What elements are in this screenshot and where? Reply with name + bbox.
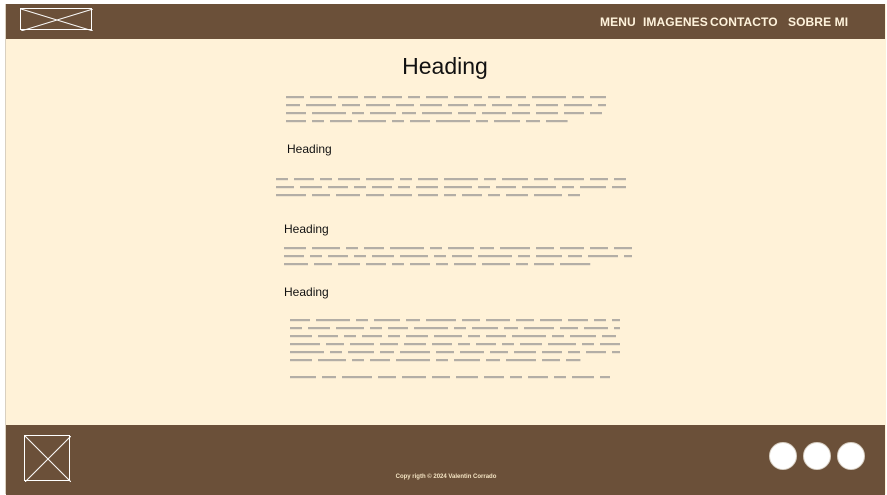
- image-placeholder-icon[interactable]: [20, 8, 93, 31]
- placeholder-paragraph: [284, 246, 644, 270]
- section-heading: Heading: [284, 285, 329, 299]
- placeholder-paragraph-clipped: [290, 375, 620, 379]
- placeholder-paragraph: [290, 318, 630, 366]
- site-header: MENU IMAGENES CONTACTO SOBRE MI: [6, 4, 885, 39]
- section-heading: Heading: [287, 142, 332, 156]
- nav-contacto[interactable]: CONTACTO: [710, 15, 778, 29]
- nav-menu[interactable]: MENU: [600, 15, 636, 29]
- social-circle-icon[interactable]: [803, 442, 831, 470]
- page-title: Heading: [402, 53, 488, 79]
- site-footer: Copy rigth © 2024 Valentin Corrado: [6, 425, 885, 495]
- social-circle-icon[interactable]: [837, 442, 865, 470]
- image-placeholder-icon[interactable]: [24, 435, 71, 482]
- nav-imagenes[interactable]: IMAGENES: [643, 15, 708, 29]
- copyright-text: Copy rigth © 2024 Valentin Corrado: [395, 474, 497, 480]
- placeholder-paragraph: [286, 95, 616, 125]
- section-heading: Heading: [284, 222, 329, 236]
- nav-sobre-mi[interactable]: SOBRE MI: [788, 15, 848, 29]
- social-circle-icon[interactable]: [769, 442, 797, 470]
- placeholder-paragraph: [276, 177, 636, 201]
